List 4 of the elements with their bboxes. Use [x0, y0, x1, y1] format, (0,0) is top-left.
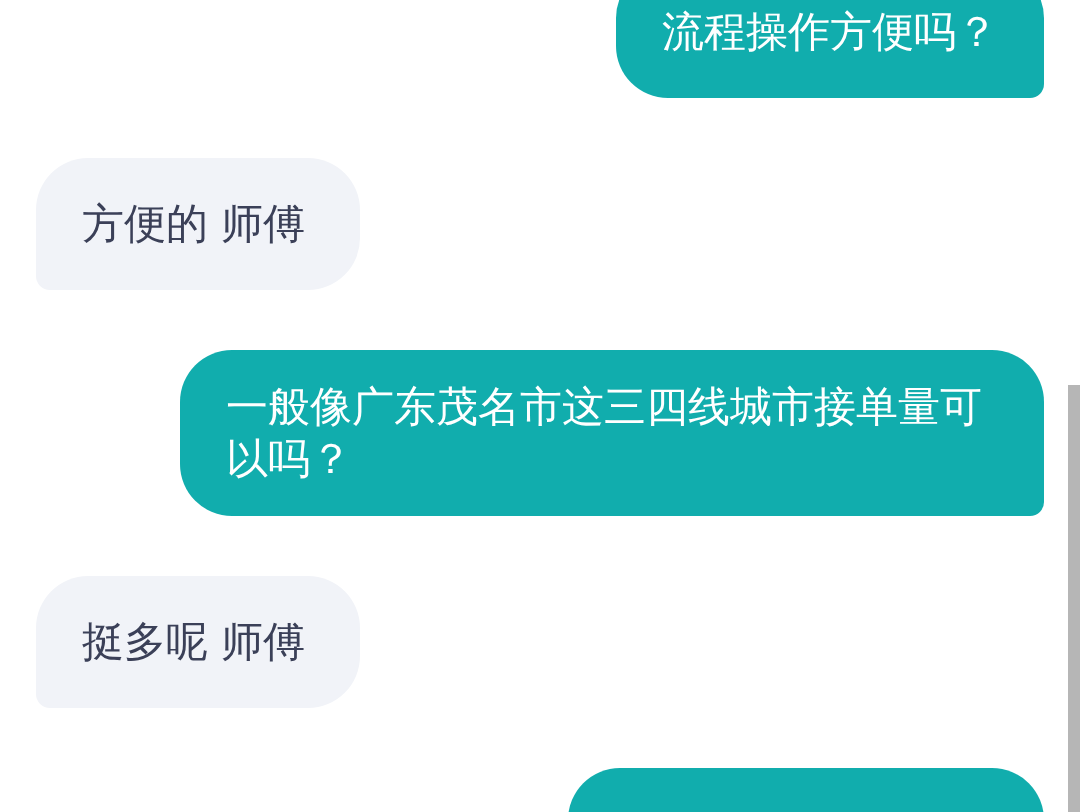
message-bubble: 挺多呢 师傅 [36, 576, 360, 708]
message-bubble: 一般像广东茂名市这三四线城市接单量可以吗？ [180, 350, 1044, 516]
message-bubble: 方便的 师傅 [36, 158, 360, 290]
message-bubble: 流程操作方便吗？ [616, 0, 1044, 98]
